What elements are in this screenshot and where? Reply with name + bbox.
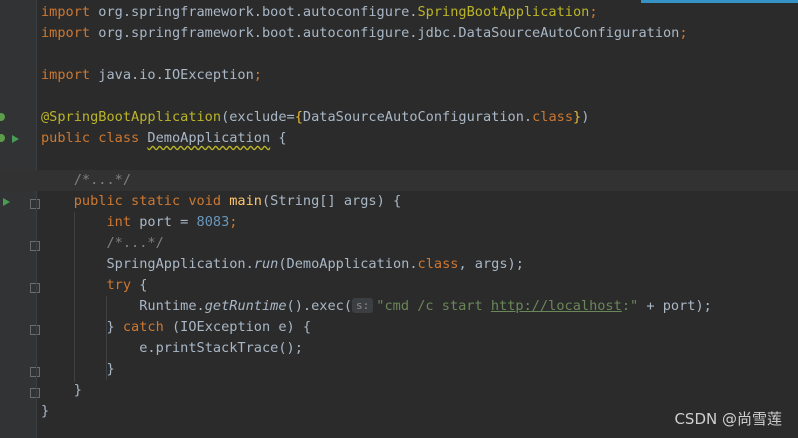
code-line: Runtime.getRuntime().exec(s: "cmd /c star… — [139, 298, 712, 314]
run-class-icon[interactable] — [12, 135, 19, 143]
code-line: SpringApplication.run(DemoApplication.cl… — [106, 256, 524, 272]
url-link[interactable]: http://localhost — [491, 298, 622, 314]
gutter-separator — [36, 0, 37, 438]
code-line: } — [73, 382, 82, 398]
code-line: import org.springframework.boot.autoconf… — [41, 25, 688, 41]
code-line: @SpringBootApplication(exclude={DataSour… — [41, 109, 590, 125]
fold-toggle-icon[interactable] — [30, 241, 40, 251]
code-line: } — [106, 361, 115, 377]
code-line: try { — [106, 277, 148, 293]
code-line: } catch (IOException e) { — [106, 319, 312, 335]
editor-gutter[interactable] — [0, 0, 40, 438]
watermark: CSDN @尚雪莲 — [674, 410, 782, 428]
spring-bean-icon[interactable] — [0, 134, 5, 142]
code-editor[interactable]: import org.springframework.boot.autoconf… — [0, 2, 798, 438]
code-line: /*...*/ — [41, 233, 798, 254]
fold-toggle-icon[interactable] — [30, 388, 40, 398]
spring-bean-icon[interactable] — [0, 113, 5, 121]
run-main-icon[interactable] — [3, 198, 10, 206]
parameter-hint: s: — [352, 298, 374, 313]
code-line: public class DemoApplication { — [41, 130, 287, 146]
code-line-current: /*...*/ — [0, 170, 798, 191]
code-line: int port = 8083; — [106, 214, 238, 230]
code-line: import java.io.IOException; — [41, 67, 262, 83]
class-name[interactable]: DemoApplication — [147, 130, 270, 146]
fold-toggle-icon[interactable] — [30, 367, 40, 377]
code-line: public static void main(String[] args) { — [73, 193, 402, 209]
fold-toggle-icon[interactable] — [30, 283, 40, 293]
folded-comment[interactable]: /*...*/ — [74, 172, 131, 188]
code-line: e.printStackTrace(); — [139, 340, 303, 356]
code-line: import org.springframework.boot.autoconf… — [41, 4, 598, 20]
fold-toggle-icon[interactable] — [30, 199, 40, 209]
fold-toggle-icon[interactable] — [30, 325, 40, 335]
folded-comment[interactable]: /*...*/ — [106, 235, 163, 251]
